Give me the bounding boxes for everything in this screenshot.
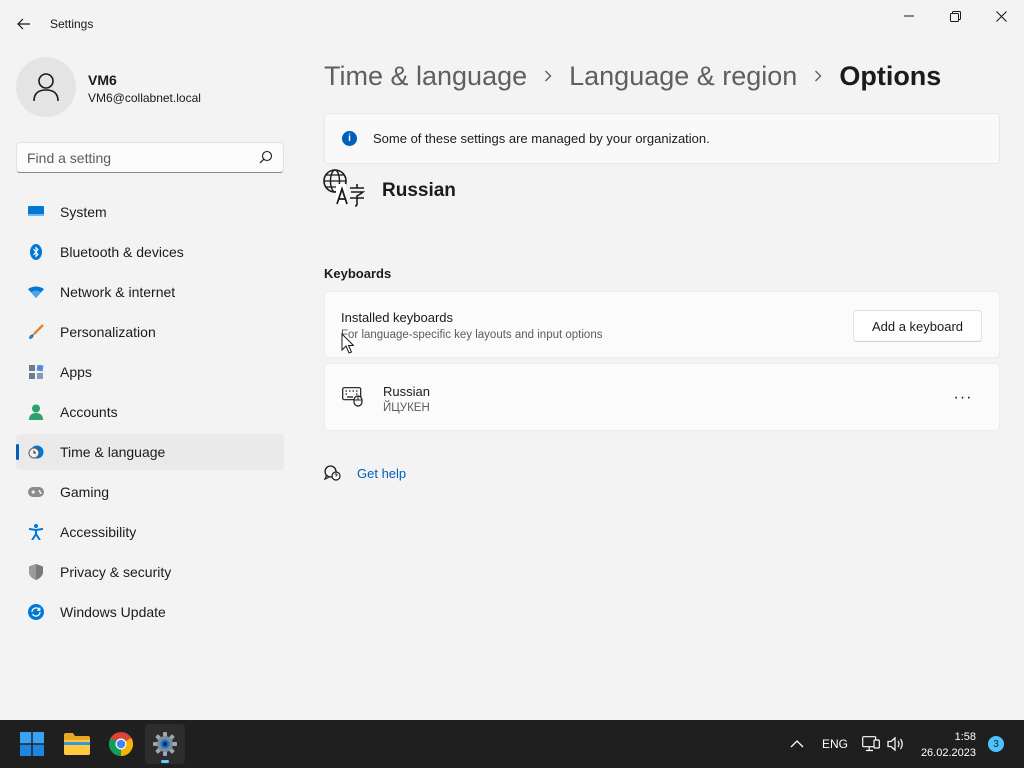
network-tray-button[interactable] — [862, 720, 880, 768]
sidebar-item-accounts[interactable]: Accounts — [16, 394, 284, 430]
keyboard-icon — [342, 387, 363, 407]
system-icon — [28, 204, 44, 220]
start-button[interactable] — [12, 724, 52, 764]
sidebar-item-label: Network & internet — [60, 284, 176, 300]
installed-keyboards-title: Installed keyboards — [341, 310, 454, 325]
volume-icon — [887, 736, 903, 752]
get-help-label: Get help — [357, 465, 407, 481]
apps-icon — [28, 364, 44, 380]
sidebar-item-privacy[interactable]: Privacy & security — [16, 554, 284, 590]
restore-button[interactable] — [932, 0, 978, 32]
back-button[interactable] — [10, 10, 38, 38]
managed-info-bar: i Some of these settings are managed by … — [324, 113, 1000, 164]
accounts-icon — [28, 404, 44, 420]
close-icon — [995, 10, 1007, 22]
bluetooth-icon — [28, 244, 44, 260]
sidebar-nav: System Bluetooth & devices Network & int… — [16, 194, 284, 634]
windows-logo-icon — [20, 732, 44, 756]
show-hidden-icons-button[interactable] — [790, 720, 804, 768]
accessibility-icon — [28, 524, 44, 540]
sidebar-item-label: Accessibility — [60, 524, 137, 540]
sidebar-item-bluetooth[interactable]: Bluetooth & devices — [16, 234, 284, 270]
gear-icon — [153, 732, 177, 756]
user-name: VM6 — [88, 72, 117, 88]
search-box[interactable] — [16, 142, 284, 173]
sidebar-item-label: Windows Update — [60, 604, 166, 620]
search-icon — [259, 150, 273, 164]
gaming-icon — [28, 484, 44, 500]
restore-icon — [949, 10, 961, 22]
sidebar-item-accessibility[interactable]: Accessibility — [16, 514, 284, 550]
sidebar-item-network[interactable]: Network & internet — [16, 274, 284, 310]
sidebar-item-gaming[interactable]: Gaming — [16, 474, 284, 510]
sidebar-item-windows-update[interactable]: Windows Update — [16, 594, 284, 630]
minimize-button[interactable] — [886, 0, 932, 32]
title-bar: Settings — [0, 0, 1024, 48]
file-explorer-button[interactable] — [57, 724, 97, 764]
more-options-button[interactable]: ··· — [947, 386, 979, 410]
user-icon — [33, 73, 59, 102]
clock-time: 1:58 — [954, 731, 976, 743]
network-status-icon — [862, 736, 880, 752]
sidebar-item-time-language[interactable]: Time & language — [16, 434, 284, 470]
time-language-icon — [28, 444, 44, 460]
breadcrumb-language-region[interactable]: Language & region — [569, 61, 797, 92]
chevron-right-icon — [527, 70, 569, 82]
language-icon — [323, 169, 365, 207]
add-keyboard-button[interactable]: Add a keyboard — [853, 310, 982, 342]
personalization-icon — [28, 324, 44, 340]
app-title: Settings — [50, 17, 94, 31]
sidebar-item-personalization[interactable]: Personalization — [16, 314, 284, 350]
minimize-icon — [904, 15, 914, 17]
input-language-indicator[interactable]: ENG — [822, 720, 848, 768]
sidebar-item-label: Privacy & security — [60, 564, 172, 580]
sidebar-item-label: Accounts — [60, 404, 118, 420]
user-email: VM6@collabnet.local — [88, 91, 201, 105]
volume-tray-button[interactable] — [887, 720, 905, 768]
sidebar-item-system[interactable]: System — [16, 194, 284, 230]
windows-update-icon — [28, 604, 44, 620]
breadcrumb: Time & language Language & region Option… — [324, 58, 941, 94]
back-arrow-icon — [17, 18, 30, 30]
folder-icon — [64, 733, 90, 755]
keyboard-name: Russian — [383, 384, 430, 399]
sidebar-item-apps[interactable]: Apps — [16, 354, 284, 390]
info-icon: i — [342, 131, 357, 146]
notification-badge[interactable]: 3 — [988, 736, 1004, 752]
help-icon — [324, 465, 341, 481]
chrome-button[interactable] — [101, 724, 141, 764]
keyboard-item: Russian ЙЦУКЕН ··· — [324, 363, 1000, 431]
installed-keyboards-card: Installed keyboards For language-specifi… — [324, 291, 1000, 358]
sidebar-item-label: Bluetooth & devices — [60, 244, 184, 260]
close-button[interactable] — [978, 0, 1024, 32]
search-input[interactable] — [17, 143, 237, 172]
sidebar-item-label: Apps — [60, 364, 92, 380]
avatar[interactable] — [16, 57, 76, 117]
sidebar-item-label: System — [60, 204, 107, 220]
keyboard-layout: ЙЦУКЕН — [383, 402, 430, 414]
keyboards-section-title: Keyboards — [324, 266, 392, 281]
clock-date: 26.02.2023 — [920, 747, 976, 759]
language-name: Russian — [382, 180, 456, 201]
settings-taskbar-button[interactable] — [145, 724, 185, 764]
network-icon — [28, 284, 44, 300]
page-title: Options — [839, 60, 942, 91]
sidebar-item-label: Time & language — [60, 444, 166, 460]
sidebar-item-label: Gaming — [60, 484, 110, 500]
sidebar-item-label: Personalization — [60, 324, 156, 340]
info-text: Some of these settings are managed by yo… — [373, 131, 710, 146]
chrome-icon — [109, 732, 133, 756]
clock[interactable]: 1:58 26.02.2023 — [921, 729, 976, 761]
get-help-link[interactable]: Get help — [324, 465, 406, 481]
breadcrumb-time-language[interactable]: Time & language — [324, 61, 527, 92]
chevron-up-icon — [790, 740, 804, 748]
taskbar: ENG 1:58 26.02.2023 — [0, 720, 1024, 768]
chevron-right-icon — [797, 70, 839, 82]
mouse-cursor-icon — [341, 333, 354, 354]
installed-keyboards-subtitle: For language-specific key layouts and in… — [341, 329, 603, 341]
privacy-icon — [28, 564, 44, 580]
